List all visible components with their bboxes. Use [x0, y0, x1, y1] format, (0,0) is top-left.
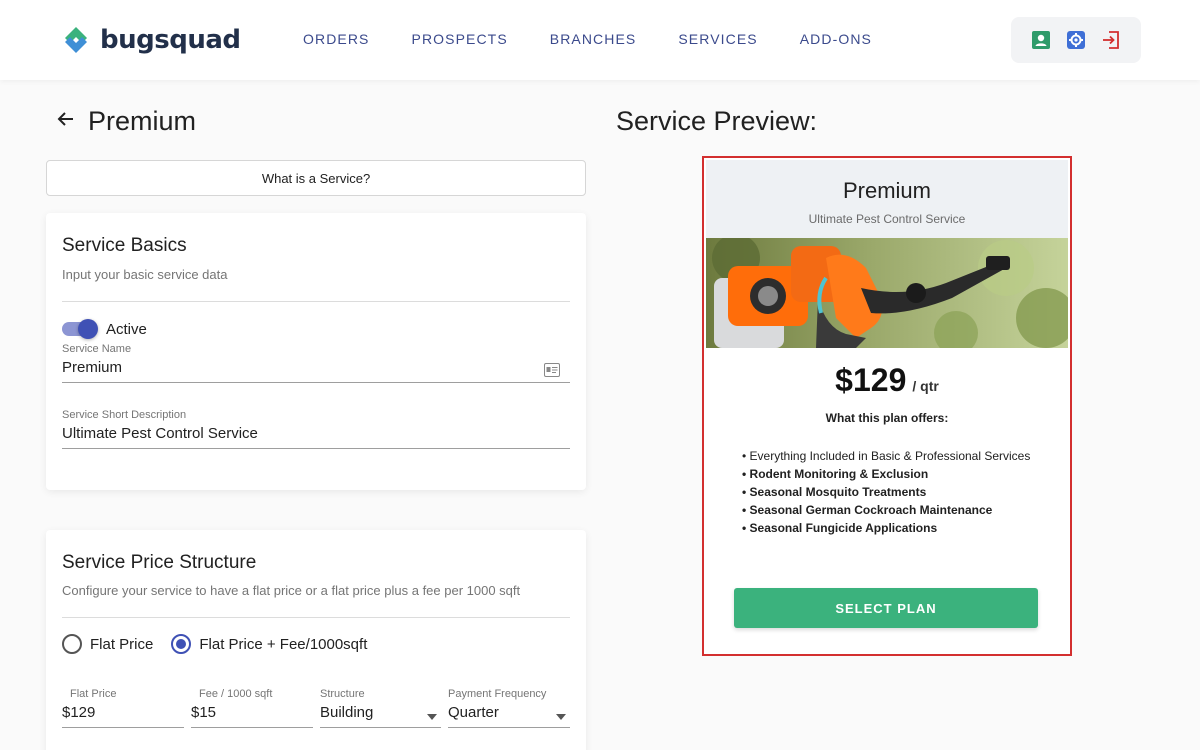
- price-structure-title: Service Price Structure: [62, 552, 257, 573]
- pest-control-sprayer-image: [706, 238, 1068, 348]
- id-card-icon: [544, 363, 560, 382]
- offers-title: What this plan offers:: [825, 411, 949, 425]
- top-navigation-bar: bugsquad ORDERS PROSPECTS BRANCHES SERVI…: [0, 0, 1200, 80]
- flat-price-radio[interactable]: [62, 634, 82, 654]
- frequency-value[interactable]: [448, 700, 570, 728]
- what-is-service-button[interactable]: What is a Service?: [46, 160, 586, 196]
- service-description-label: Service Short Description: [62, 409, 187, 421]
- offers-list: Everything Included in Basic & Professio…: [742, 447, 1031, 537]
- preview-period: / qtr: [912, 378, 939, 394]
- chevron-down-icon: [427, 714, 437, 720]
- service-name-label: Service Name: [62, 343, 132, 355]
- service-name-input[interactable]: [62, 355, 570, 383]
- account-box-icon[interactable]: [1029, 28, 1053, 52]
- nav-prospects[interactable]: PROSPECTS: [412, 31, 508, 47]
- brand-name: bugsquad: [100, 25, 241, 55]
- preview-price: $129: [835, 362, 907, 398]
- structure-value[interactable]: [320, 700, 441, 728]
- flat-price-field-label: Flat Price: [70, 688, 117, 700]
- page-title: Premium: [88, 106, 197, 136]
- flat-fee-radio[interactable]: [171, 634, 192, 654]
- service-preview-heading: Service Preview:: [616, 106, 818, 136]
- service-basics-title: Service Basics: [62, 235, 187, 256]
- preview-plan-name: Premium: [842, 178, 931, 203]
- price-type-radio-group: Flat Price Flat Price + Fee/1000sqft: [62, 634, 377, 654]
- list-item: Seasonal German Cockroach Maintenance: [742, 501, 1030, 519]
- logout-icon[interactable]: [1099, 28, 1123, 52]
- list-item: Seasonal Mosquito Treatments: [742, 483, 1030, 501]
- select-plan-button[interactable]: SELECT PLAN: [734, 588, 1038, 628]
- preview-header: Premium Ultimate Pest Control Service: [706, 160, 1068, 240]
- toggle-knob: [78, 319, 98, 339]
- flat-price-label: Flat Price: [90, 635, 154, 653]
- back-arrow-icon[interactable]: [56, 109, 76, 134]
- flat-fee-label: Flat Price + Fee/1000sqft: [199, 635, 368, 653]
- fee-field: Fee / 1000 sqft: [191, 688, 313, 728]
- structure-label: Structure: [320, 688, 365, 700]
- main-nav: ORDERS PROSPECTS BRANCHES SERVICES ADD-O…: [303, 31, 872, 47]
- price-display: $129 / qtr: [704, 362, 1070, 399]
- price-structure-subtitle: Configure your service to have a flat pr…: [62, 583, 521, 598]
- fee-input[interactable]: [191, 700, 313, 728]
- active-toggle[interactable]: [62, 319, 98, 339]
- nav-branches[interactable]: BRANCHES: [550, 31, 637, 47]
- brand-logo[interactable]: bugsquad: [60, 24, 241, 56]
- nav-orders[interactable]: ORDERS: [303, 31, 370, 47]
- list-item: Rodent Monitoring & Exclusion: [742, 465, 1030, 483]
- preview-plan-description: Ultimate Pest Control Service: [808, 212, 966, 226]
- nav-services[interactable]: SERVICES: [678, 31, 757, 47]
- active-label: Active: [106, 321, 147, 338]
- page-header: Premium: [56, 106, 196, 137]
- flat-price-field: Flat Price: [62, 688, 184, 728]
- service-preview-card: Premium Ultimate Pest Control Service $1…: [702, 156, 1072, 656]
- frequency-select[interactable]: Payment Frequency: [448, 688, 570, 728]
- service-price-card: Service Price Structure Configure your s…: [46, 530, 586, 750]
- nav-add-ons[interactable]: ADD-ONS: [800, 31, 872, 47]
- list-item: Everything Included in Basic & Professio…: [742, 447, 1031, 465]
- service-basics-card: Service Basics Input your basic service …: [46, 213, 586, 490]
- service-description-field: Service Short Description: [62, 409, 570, 449]
- structure-select[interactable]: Structure: [320, 688, 441, 728]
- divider: [62, 617, 570, 618]
- list-item: Seasonal Fungicide Applications: [742, 519, 1030, 537]
- settings-icon[interactable]: [1064, 28, 1088, 52]
- chevron-down-icon: [556, 714, 566, 720]
- service-name-field: Service Name: [62, 343, 570, 383]
- bugsquad-logo-icon: [65, 27, 87, 53]
- divider: [62, 301, 570, 302]
- flat-price-input[interactable]: [62, 700, 184, 728]
- frequency-label: Payment Frequency: [448, 688, 547, 700]
- header-actions: [1011, 17, 1141, 63]
- service-basics-subtitle: Input your basic service data: [62, 267, 228, 282]
- service-description-input[interactable]: [62, 421, 570, 449]
- fee-field-label: Fee / 1000 sqft: [199, 688, 273, 700]
